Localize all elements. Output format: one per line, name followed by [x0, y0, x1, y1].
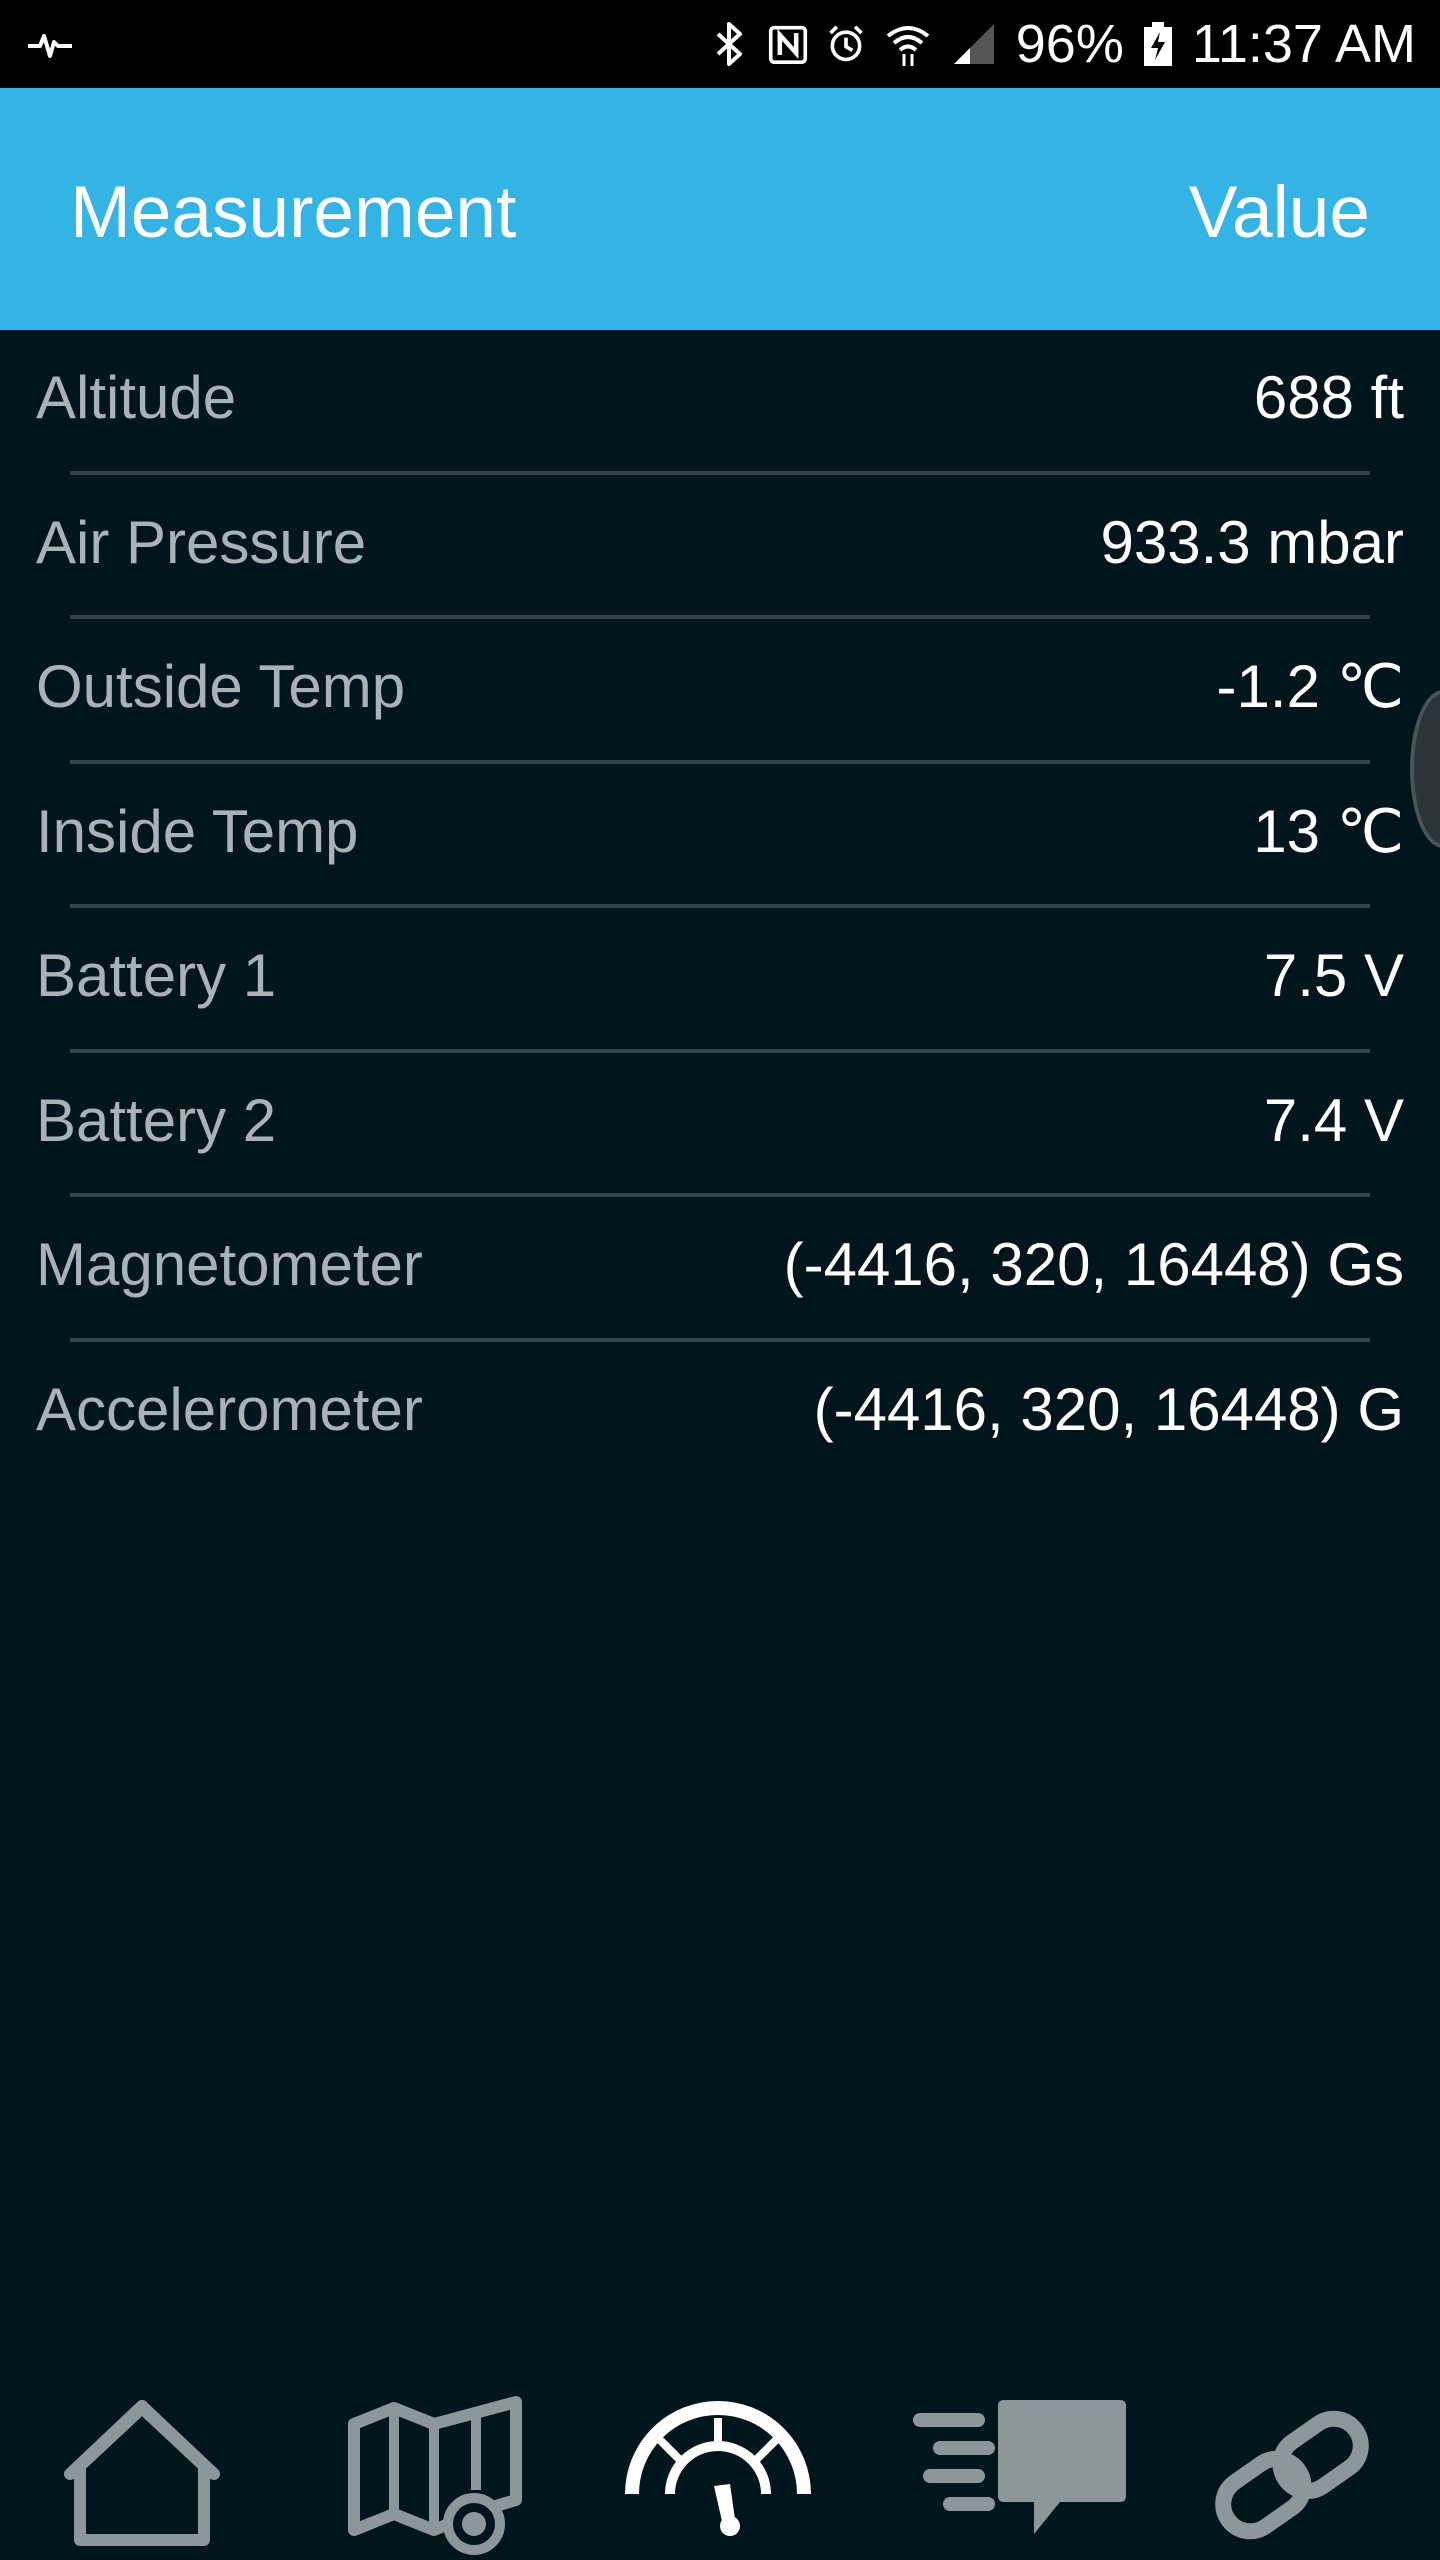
measurement-value: -1.2 ℃: [1216, 653, 1404, 720]
measurement-value: 7.4 V: [1263, 1086, 1404, 1154]
gauge-icon: [625, 2401, 811, 2536]
status-bar: 96% 11:37 AM: [0, 0, 1440, 88]
measurement-value: 688 ft: [1253, 364, 1404, 431]
table-row: Battery 1 7.5 V: [0, 908, 1440, 1053]
table-row: Magnetometer (-4416, 320, 16448) Gs: [0, 1197, 1440, 1342]
nav-link-button[interactable]: [1192, 2390, 1392, 2560]
measurement-label: Battery 2: [36, 1086, 277, 1154]
messages-icon: [913, 2400, 1126, 2534]
measurement-value: 13 ℃: [1253, 797, 1404, 865]
measurement-label: Magnetometer: [36, 1231, 423, 1298]
table-row: Air Pressure 933.3 mbar: [0, 475, 1440, 619]
nav-messages-button[interactable]: [908, 2390, 1126, 2560]
nav-gauge-button[interactable]: [618, 2390, 818, 2560]
measurement-label: Inside Temp: [36, 797, 359, 865]
alarm-icon: [829, 25, 863, 62]
table-row: Altitude 688 ft: [0, 330, 1440, 475]
nav-home-button[interactable]: [42, 2390, 242, 2560]
table-header: Measurement Value: [0, 88, 1440, 330]
home-icon: [64, 2400, 220, 2546]
column-header-value: Value: [1188, 172, 1370, 253]
measurement-value: (-4416, 320, 16448) G: [813, 1375, 1404, 1443]
map-icon: [348, 2396, 522, 2555]
heartbeat-icon: [28, 34, 72, 58]
bluetooth-icon: [716, 22, 742, 66]
measurement-label: Altitude: [36, 364, 237, 431]
measurement-label: Battery 1: [36, 942, 277, 1009]
column-header-measurement: Measurement: [70, 172, 517, 253]
nfc-icon: [768, 25, 807, 64]
measurement-label: Outside Temp: [36, 653, 406, 720]
measurement-label: Air Pressure: [36, 508, 367, 576]
table-row: Battery 2 7.4 V: [0, 1053, 1440, 1197]
nav-map-button[interactable]: [332, 2390, 532, 2560]
table-row: Outside Temp -1.2 ℃: [0, 619, 1440, 764]
measurement-value: (-4416, 320, 16448) Gs: [783, 1231, 1404, 1298]
table-row: Accelerometer (-4416, 320, 16448) G: [0, 1342, 1440, 1487]
table-row: Inside Temp 13 ℃: [0, 764, 1440, 908]
link-icon: [1215, 2410, 1369, 2540]
measurement-value: 933.3 mbar: [1100, 508, 1404, 576]
wifi-icon: [886, 26, 929, 66]
measurement-value: 7.5 V: [1263, 942, 1404, 1009]
measurement-label: Accelerometer: [36, 1375, 423, 1443]
battery-charging-icon: [1143, 22, 1172, 66]
bottom-navigation: [0, 2360, 1440, 2560]
battery-percentage: 96%: [1015, 14, 1124, 74]
measurement-list: Altitude 688 ft Air Pressure 933.3 mbar …: [0, 330, 1440, 1486]
clock: 11:37 AM: [1191, 14, 1416, 74]
signal-icon: [953, 24, 994, 64]
